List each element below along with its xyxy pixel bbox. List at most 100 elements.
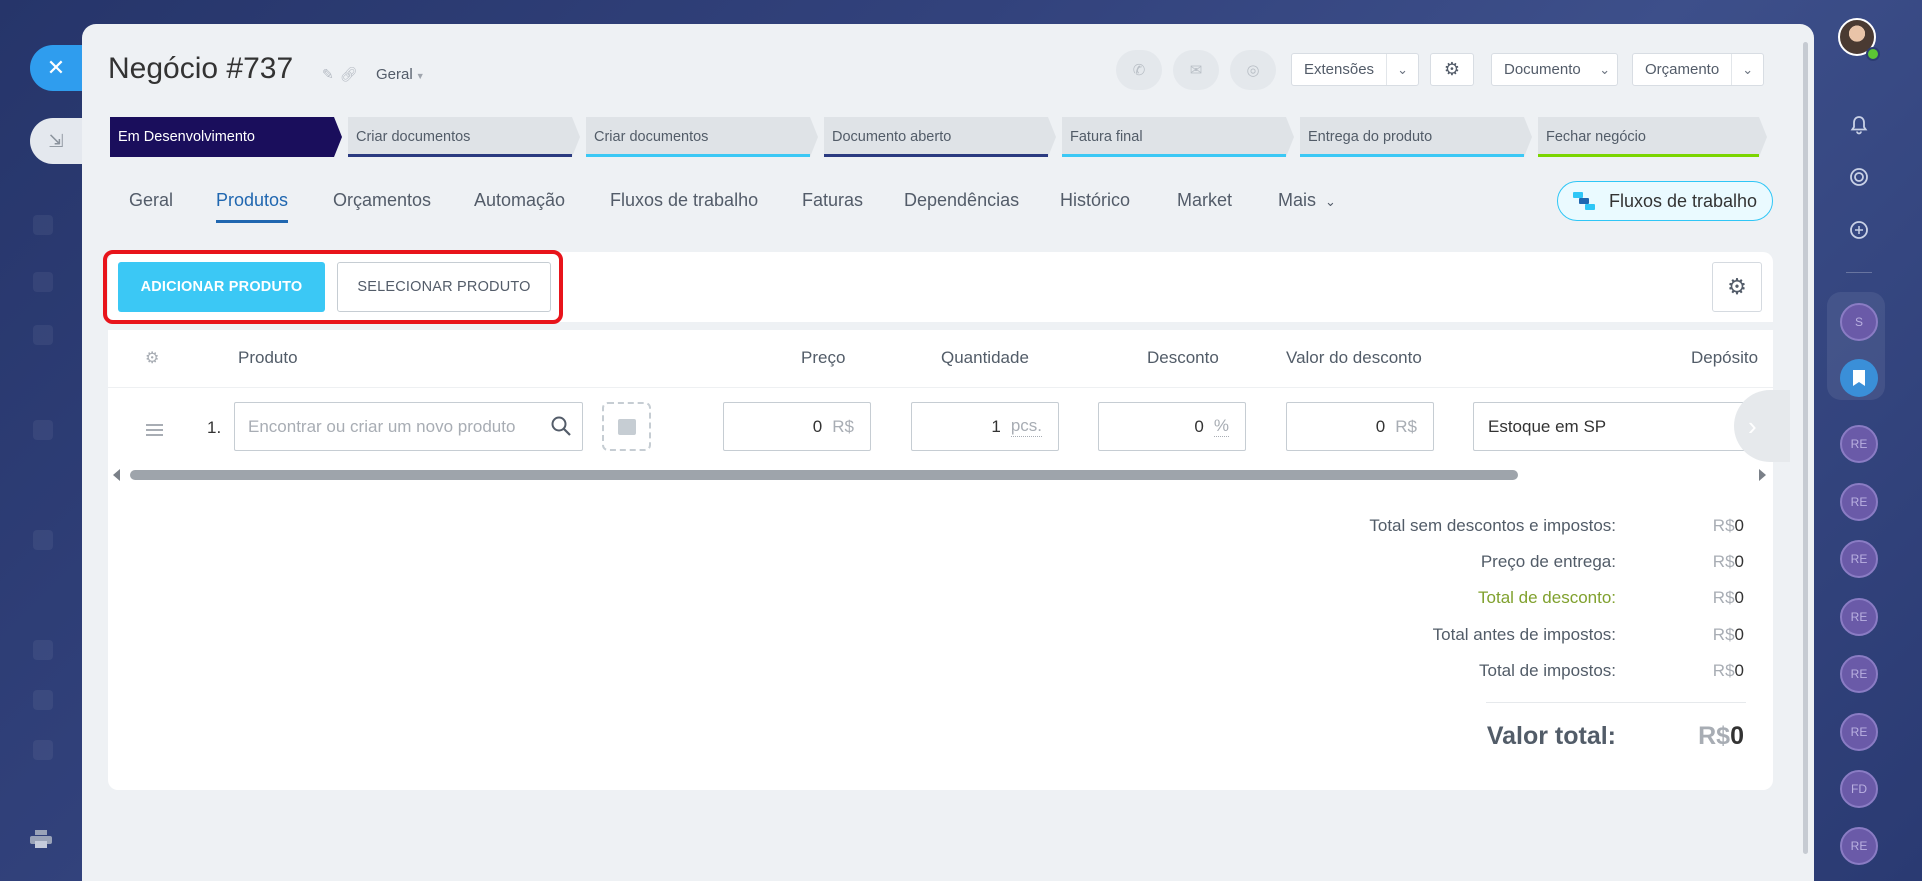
product-search-input[interactable]: Encontrar ou criar um novo produto — [234, 402, 583, 451]
quantity-input[interactable]: 1 pcs. — [911, 402, 1059, 451]
notifications-bell-icon[interactable] — [1842, 108, 1876, 142]
contact-avatar[interactable]: S — [1840, 303, 1878, 341]
contact-avatar[interactable]: RE — [1840, 483, 1878, 521]
amount: 0 — [1734, 552, 1744, 571]
stage-color-bar — [1062, 154, 1286, 157]
discount-value-currency: R$ — [1395, 416, 1417, 436]
extensions-dropdown[interactable]: Extensões ⌄ — [1291, 53, 1420, 86]
tab-produtos[interactable]: Produtos — [216, 190, 288, 211]
stage-color-bar — [586, 154, 810, 157]
stage-fatura-final[interactable]: Fatura final — [1062, 117, 1294, 157]
quote-dropdown[interactable]: Orçamento ⌄ — [1632, 53, 1765, 86]
online-status-icon — [1866, 47, 1880, 61]
discount-value: 0 — [1194, 416, 1204, 436]
close-icon: ✕ — [46, 55, 66, 80]
discount-value-input[interactable]: 0 R$ — [1286, 402, 1434, 451]
contact-avatar[interactable]: RE — [1840, 425, 1878, 463]
document-dropdown[interactable]: Documento ⌄ — [1491, 53, 1618, 86]
scroll-left-icon[interactable] — [113, 469, 120, 481]
gear-icon: ⚙ — [1727, 274, 1747, 299]
tab-historico[interactable]: Histórico — [1060, 190, 1130, 211]
currency-symbol: R$ — [1712, 661, 1735, 680]
stage-fechar-negocio[interactable]: Fechar negócio — [1538, 117, 1767, 157]
warehouse-select[interactable]: Estoque em SP — [1473, 402, 1773, 451]
product-grid-settings-button[interactable]: ⚙ — [1712, 262, 1762, 312]
search-icon[interactable] — [550, 415, 572, 437]
bookmark-icon[interactable] — [1840, 359, 1878, 397]
chat-button[interactable]: ◎ — [1230, 50, 1276, 90]
vertical-scrollbar[interactable] — [1803, 42, 1808, 854]
stage-criar-documentos-2[interactable]: Criar documentos — [586, 117, 818, 157]
stage-color-bar — [824, 154, 1048, 157]
contact-avatar[interactable]: RE — [1840, 713, 1878, 751]
stage-label: Em Desenvolvimento — [118, 129, 255, 145]
call-button[interactable]: ✆ — [1116, 50, 1162, 90]
tab-orcamentos[interactable]: Orçamentos — [333, 190, 431, 211]
tab-fluxos-de-trabalho[interactable]: Fluxos de trabalho — [610, 190, 758, 211]
discount-value-amount: 0 — [1375, 416, 1386, 436]
contact-avatar[interactable]: RE — [1840, 827, 1878, 865]
contact-avatar[interactable]: RE — [1840, 655, 1878, 693]
horizontal-scroll-thumb[interactable] — [130, 470, 1518, 480]
stage-label: Documento aberto — [832, 129, 952, 145]
scroll-right-icon[interactable] — [1759, 469, 1766, 481]
quantity-unit[interactable]: pcs. — [1010, 416, 1042, 437]
sync-chat-icon[interactable] — [1842, 213, 1876, 247]
stage-documento-aberto[interactable]: Documento aberto — [824, 117, 1056, 157]
background-menu-icon — [33, 272, 53, 292]
printer-icon[interactable] — [30, 830, 52, 848]
chat-icon: ◎ — [1246, 62, 1260, 79]
chevron-down-icon[interactable]: ⌄ — [1731, 54, 1763, 85]
minimize-slider-button[interactable]: ⇲ — [30, 118, 82, 164]
contact-avatar[interactable]: RE — [1840, 598, 1878, 636]
discount-unit[interactable]: % — [1213, 416, 1229, 437]
target-icon[interactable] — [1842, 160, 1876, 194]
quote-label: Orçamento — [1645, 61, 1720, 78]
tab-mais[interactable]: Mais ⌄ — [1278, 190, 1336, 211]
tab-market[interactable]: Market — [1177, 190, 1232, 211]
chevron-down-icon[interactable]: ⌄ — [1386, 54, 1418, 85]
column-settings-gear-icon[interactable]: ⚙ — [145, 348, 159, 368]
extensions-label: Extensões — [1304, 61, 1375, 78]
copy-link-icon[interactable]: 🔗︎ — [340, 66, 364, 82]
chevron-down-icon: ⌄ — [1325, 194, 1336, 209]
price-currency: R$ — [832, 416, 854, 436]
price-input[interactable]: 0 R$ — [723, 402, 871, 451]
background-menu-icon — [33, 640, 53, 660]
deal-settings-button[interactable]: ⚙ — [1430, 53, 1474, 86]
workflows-button[interactable]: Fluxos de trabalho — [1557, 181, 1773, 221]
tab-faturas[interactable]: Faturas — [802, 190, 863, 211]
pipeline-label: Geral — [376, 66, 413, 83]
amount: 0 — [1734, 516, 1744, 535]
contact-avatar[interactable]: FD — [1840, 770, 1878, 808]
tab-geral[interactable]: Geral — [129, 190, 173, 211]
amount: 0 — [1730, 722, 1744, 750]
edit-pencil-icon[interactable]: ✎ — [322, 66, 340, 82]
contact-avatar[interactable]: RE — [1840, 540, 1878, 578]
image-icon — [617, 418, 636, 435]
discount-input[interactable]: 0% — [1098, 402, 1246, 451]
total-before-taxes-label: Total antes de impostos: — [1432, 625, 1616, 644]
total-before-taxes-value: R$0 — [1713, 625, 1744, 645]
tab-dependencias[interactable]: Dependências — [904, 190, 1019, 211]
active-tab-underline — [216, 220, 288, 223]
phone-icon: ✆ — [1132, 62, 1146, 79]
email-button[interactable]: ✉ — [1173, 50, 1219, 90]
stage-em-desenvolvimento[interactable]: Em Desenvolvimento — [110, 117, 342, 157]
stage-entrega-do-produto[interactable]: Entrega do produto — [1300, 117, 1532, 157]
column-header-product: Produto — [238, 348, 298, 367]
tab-automacao[interactable]: Automação — [474, 190, 565, 211]
page-title: Negócio #737 — [108, 52, 294, 85]
minimize-icon: ⇲ — [48, 130, 64, 151]
close-slider-button[interactable]: ✕ — [30, 45, 82, 91]
tax-total-value: R$0 — [1713, 661, 1744, 681]
totals-divider — [1486, 702, 1746, 703]
gear-icon: ⚙ — [1443, 59, 1461, 79]
pipeline-dropdown[interactable]: Geral ▼ — [376, 66, 425, 83]
currency-symbol: R$ — [1712, 552, 1735, 571]
quantity-value: 1 — [991, 416, 1001, 436]
stage-criar-documentos[interactable]: Criar documentos — [348, 117, 580, 157]
drag-handle-icon[interactable] — [146, 424, 163, 439]
product-image-placeholder[interactable] — [602, 402, 651, 451]
currency-symbol: R$ — [1712, 588, 1735, 607]
